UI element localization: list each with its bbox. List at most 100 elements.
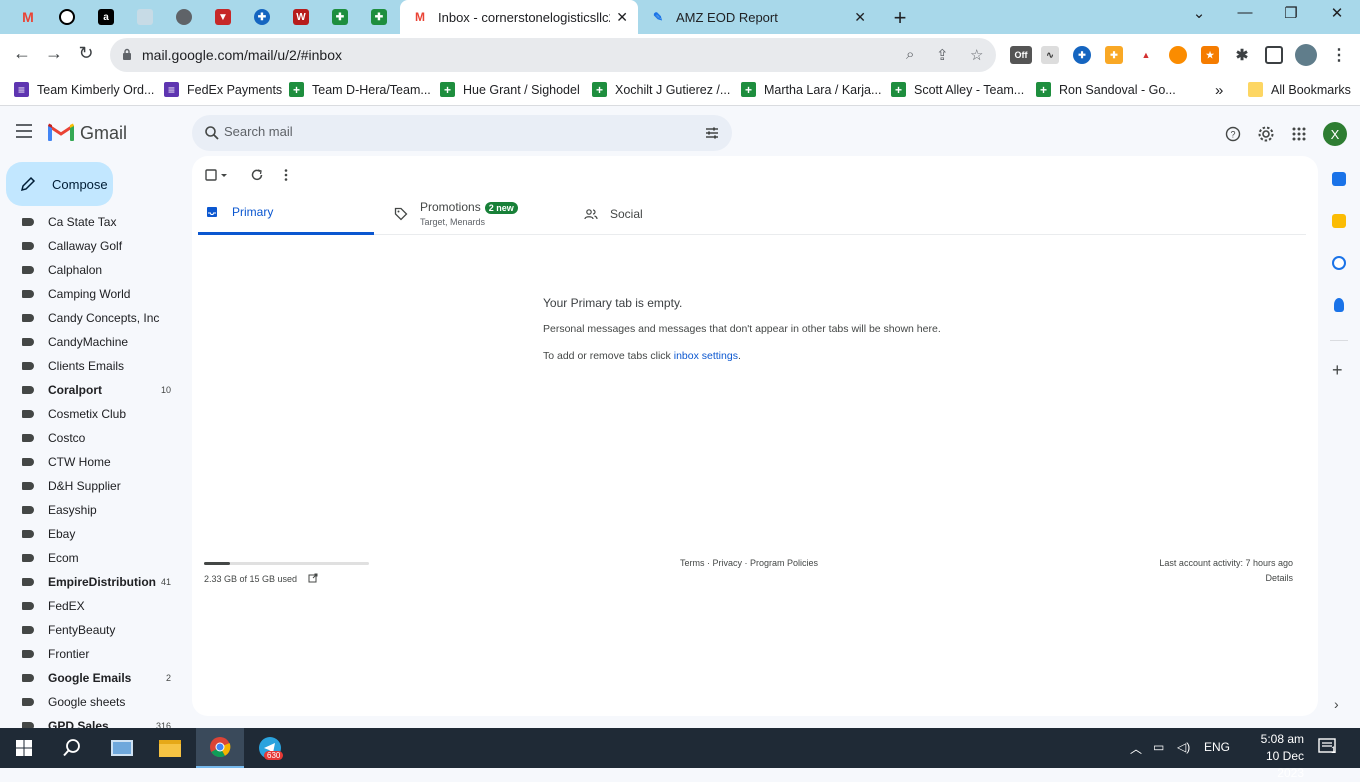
add-addon-icon[interactable]: + [1332,360,1343,381]
taskbar-app-telegram[interactable]: 630 [246,728,294,768]
calendar-icon[interactable] [1332,172,1346,186]
tab-search-icon[interactable]: ⌄ [1184,4,1214,22]
extensions-puzzle-icon[interactable]: ✱ [1233,46,1251,64]
address-bar[interactable]: mail.google.com/mail/u/2/#inbox ⌕ ⇪ ☆ [110,38,996,72]
label-item[interactable]: D&H Supplier [0,474,190,498]
pinned-tab-globe[interactable] [170,5,198,29]
language-indicator[interactable]: ENG [1204,740,1230,754]
label-item[interactable]: Easyship [0,498,190,522]
inbox-settings-link[interactable]: inbox settings [674,350,738,362]
share-icon[interactable]: ⇪ [936,46,949,64]
label-item[interactable]: EmpireDistribution 41 [0,570,190,594]
close-icon[interactable]: ✕ [854,9,866,26]
footer-links[interactable]: Terms · Privacy · Program Policies [680,558,818,568]
close-icon[interactable]: ✕ [616,9,628,26]
label-item[interactable]: Clients Emails [0,354,190,378]
show-hidden-icons-chevron-icon[interactable]: ︿ [1130,740,1142,757]
bookmark-item[interactable]: + Xochilt J Gutierez /... [592,82,730,97]
label-item[interactable]: CTW Home [0,450,190,474]
tab-amz-eod-report[interactable]: ✎ AMZ EOD Report ✕ [638,0,876,34]
new-tab-button[interactable]: + [888,5,912,31]
search-button[interactable] [48,728,96,768]
label-item[interactable]: Coralport 10 [0,378,190,402]
label-item[interactable]: Costco [0,426,190,450]
tab-promotions[interactable]: Promotions 2 new Target, Menards [394,192,574,235]
label-item[interactable]: Callaway Golf [0,234,190,258]
more-bookmarks-chevron-icon[interactable]: » [1215,82,1223,99]
zoom-icon[interactable]: ⌕ [906,46,914,63]
notifications-icon[interactable]: 1 [1318,738,1338,759]
label-item[interactable]: FentyBeauty [0,618,190,642]
extension-yellow-icon[interactable]: ✚ [1105,46,1123,64]
tab-inbox[interactable]: M Inbox - cornerstonelogisticsllc20 ✕ [400,0,638,34]
main-menu-icon[interactable] [16,124,36,142]
pinned-tab-openai[interactable] [53,5,81,29]
label-item[interactable]: Frontier [0,642,190,666]
all-bookmarks-folder[interactable]: All Bookmarks [1248,82,1351,97]
label-item[interactable]: Google sheets [0,690,190,714]
close-window-button[interactable]: ✕ [1322,4,1352,22]
keep-icon[interactable] [1332,214,1346,228]
label-item[interactable]: Ecom [0,546,190,570]
label-item[interactable]: CandyMachine [0,330,190,354]
volume-icon[interactable]: ◁) [1177,740,1190,754]
label-item[interactable]: Calphalon [0,258,190,282]
chevron-right-icon[interactable]: › [1334,696,1339,712]
pinned-tab-blue[interactable]: ✚ [248,5,276,29]
contacts-icon[interactable] [1334,298,1344,312]
extension-star-icon[interactable]: ★ [1201,46,1219,64]
extension-icon[interactable]: ∿ [1041,46,1059,64]
help-icon[interactable]: ? [1223,124,1243,144]
extension-off-icon[interactable]: Off [1010,46,1032,64]
chrome-menu-icon[interactable]: ⋮ [1330,46,1348,64]
search-input[interactable] [224,124,684,139]
more-options-icon[interactable] [282,168,290,184]
side-panel-icon[interactable] [1265,46,1283,64]
label-item[interactable]: Cosmetix Club [0,402,190,426]
select-all-checkbox[interactable] [204,168,230,184]
label-item[interactable]: Google Emails 2 [0,666,190,690]
settings-gear-icon[interactable] [1256,124,1276,144]
pinned-tab-misc[interactable] [131,5,159,29]
clock[interactable]: 5:08 am 10 Dec 2023 [1238,731,1304,782]
tab-social[interactable]: Social [584,192,764,235]
pinned-tab-gmail[interactable]: M [14,5,42,29]
forward-button[interactable]: → [42,43,66,64]
bookmark-item[interactable]: + Scott Alley - Team... [891,82,1024,97]
label-item[interactable]: Candy Concepts, Inc [0,306,190,330]
search-bar[interactable] [192,115,732,151]
label-item[interactable]: Camping World [0,282,190,306]
pinned-tab-w[interactable]: W [287,5,315,29]
label-item[interactable]: Ca State Tax [0,210,190,234]
network-icon[interactable]: ▭ [1153,740,1164,754]
details-link[interactable]: Details [1159,573,1293,583]
pinned-tab-sheets[interactable]: ✚ [326,5,354,29]
label-item[interactable]: FedEX [0,594,190,618]
bookmark-item[interactable]: + Hue Grant / Sighodel [440,82,580,97]
bookmark-item[interactable]: + Ron Sandoval - Go... [1036,82,1176,97]
extension-blue-icon[interactable]: ✚ [1073,46,1091,64]
pinned-tab-red[interactable]: ▼ [209,5,237,29]
pinned-tab-sheets-2[interactable]: ✚ [365,5,393,29]
extension-orange-icon[interactable] [1169,46,1187,64]
restore-button[interactable]: ❐ [1276,4,1306,22]
start-button[interactable] [0,728,48,768]
refresh-icon[interactable] [250,168,264,184]
taskbar-app-desktop[interactable] [98,728,146,768]
tab-primary[interactable]: Primary [198,192,374,235]
label-item[interactable]: GPD Sales 316 [0,714,190,728]
pinned-tab-amazon[interactable]: a [92,5,120,29]
taskbar-app-explorer[interactable] [146,728,194,768]
bookmark-item[interactable]: + Team D-Hera/Team... [289,82,431,97]
search-options-icon[interactable] [704,125,720,141]
bookmark-item[interactable]: + Martha Lara / Karja... [741,82,881,97]
bookmark-star-icon[interactable]: ☆ [970,46,983,64]
bookmark-item[interactable]: ≡ FedEx Payments [164,82,282,97]
reload-button[interactable]: ↻ [74,43,98,64]
account-avatar[interactable]: X [1323,122,1347,146]
label-item[interactable]: Ebay [0,522,190,546]
extension-alert-icon[interactable]: ▲ [1137,46,1155,64]
taskbar-app-chrome[interactable] [196,728,244,768]
tasks-icon[interactable] [1332,256,1346,270]
google-apps-icon[interactable] [1289,124,1309,144]
